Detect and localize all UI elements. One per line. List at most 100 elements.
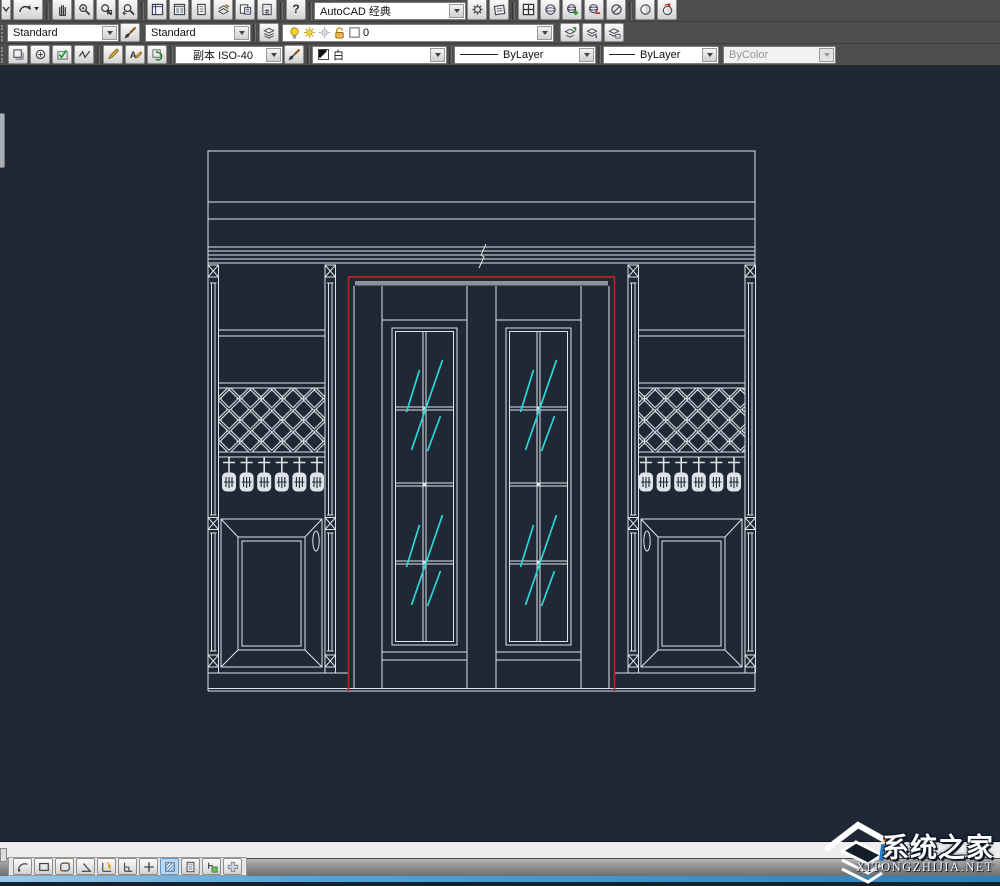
text-style-combo[interactable]: Standard <box>7 23 119 42</box>
orbit-continuous-button[interactable] <box>657 0 677 20</box>
properties-palette-button[interactable] <box>147 0 167 20</box>
calculator-icon <box>186 861 195 872</box>
lattice-left <box>218 388 325 452</box>
model-space-canvas[interactable] <box>0 66 1000 841</box>
chevron-down-icon <box>102 25 117 40</box>
markup-manager-button[interactable] <box>235 0 255 20</box>
dim-check-button[interactable] <box>52 45 72 64</box>
workspace-save-button[interactable] <box>489 0 509 20</box>
orbit-continuous-icon <box>662 2 672 15</box>
make-layer-current-button[interactable] <box>560 23 580 42</box>
check-icon <box>56 49 68 60</box>
glass-symbol <box>519 359 558 452</box>
match-dim-style-button[interactable] <box>284 45 304 64</box>
orbit-button[interactable] <box>635 0 655 20</box>
lineweight-sample <box>609 54 635 55</box>
chevron-down-icon <box>2 6 10 13</box>
stemware-right <box>638 456 742 492</box>
linetype-sample <box>460 54 498 55</box>
layer-previous-button[interactable] <box>604 23 624 42</box>
perpendicular-icon <box>123 862 132 872</box>
bulb-icon <box>290 27 299 39</box>
designcenter-button[interactable] <box>169 0 189 20</box>
designcenter-icon <box>173 3 185 15</box>
pan-hand-icon <box>58 4 66 16</box>
linetype-combo[interactable]: ByLayer <box>454 45 596 64</box>
separator <box>170 45 173 64</box>
view-sphere-icon <box>544 3 556 15</box>
layer-states-icon <box>586 28 598 39</box>
copy-object-button[interactable] <box>202 858 221 875</box>
separator <box>512 1 515 20</box>
dim-edit-button[interactable] <box>103 45 123 64</box>
paintbrush-icon <box>288 48 301 60</box>
bottom-edge <box>0 882 1000 886</box>
dim-update-button[interactable] <box>147 45 167 64</box>
toolbar-grip[interactable] <box>1 46 5 63</box>
chevron-down-icon <box>234 25 249 40</box>
hatch-tool-button[interactable] <box>160 858 179 875</box>
redo-button[interactable] <box>13 0 43 20</box>
axis-tool-button[interactable] <box>97 858 116 875</box>
pan-button[interactable] <box>52 0 72 20</box>
match-text-style-button[interactable] <box>120 23 140 42</box>
named-views-button[interactable] <box>540 0 560 20</box>
quickcalc-icon <box>262 3 272 15</box>
center-mark-button[interactable] <box>30 45 50 64</box>
arc-icon <box>17 862 28 872</box>
quickcalc-button[interactable] <box>257 0 277 20</box>
zoom-window-button[interactable] <box>96 0 116 20</box>
color-combo[interactable]: 白 <box>312 45 447 64</box>
annotation-style-combo[interactable]: 副本 ISO-40 <box>175 45 283 64</box>
jogged-line-button[interactable] <box>74 45 94 64</box>
help-button[interactable]: ? <box>286 0 306 20</box>
snap-perpendicular-button[interactable] <box>118 858 137 875</box>
viewports-button[interactable] <box>518 0 538 20</box>
undo-dropdown-button[interactable] <box>1 0 11 20</box>
view-remove-button[interactable] <box>584 0 604 20</box>
angle-tool-button[interactable] <box>76 858 95 875</box>
layer-combo[interactable]: 0 <box>282 23 554 42</box>
hatch-icon <box>164 861 175 872</box>
text-style-value: Standard <box>13 26 58 39</box>
layer-states-button[interactable] <box>582 23 602 42</box>
dim-space-button[interactable] <box>8 45 28 64</box>
zoom-previous-icon <box>122 3 135 15</box>
view-add-icon <box>566 3 578 15</box>
axis-icon <box>101 861 111 872</box>
command-line-strip[interactable] <box>0 841 1000 858</box>
calculator-tool-button[interactable] <box>181 858 200 875</box>
view-add-button[interactable] <box>562 0 582 20</box>
workspace-settings-button[interactable] <box>467 0 487 20</box>
plotstyle-combo[interactable]: ByColor <box>723 45 836 64</box>
toolbar-grip[interactable] <box>1 24 5 41</box>
view-disable-button[interactable] <box>606 0 626 20</box>
chevron-down-icon <box>537 25 552 40</box>
sheetset-manager-button[interactable] <box>213 0 233 20</box>
cabinet-door-left <box>220 518 323 668</box>
plus-tool-button[interactable] <box>223 858 242 875</box>
zoom-realtime-button[interactable] <box>74 0 94 20</box>
properties-palette-icon <box>151 3 163 15</box>
rounded-rect-icon <box>59 861 70 872</box>
separator <box>97 45 100 64</box>
color-value: 白 <box>333 49 344 62</box>
cabinet-handle-right <box>643 530 651 552</box>
lineweight-combo[interactable]: ByLayer <box>603 45 719 64</box>
separator <box>598 45 601 64</box>
tool-palettes-button[interactable] <box>191 0 211 20</box>
rounded-polygon-button[interactable] <box>55 858 74 875</box>
snap-cross-button[interactable] <box>139 858 158 875</box>
snap-arc-button[interactable] <box>13 858 32 875</box>
palette-autohide-tab[interactable] <box>0 113 5 168</box>
rectangle-icon <box>38 862 49 871</box>
toolbar-styles-layers: Standard Standard 0 <box>0 22 1000 44</box>
separator <box>253 23 256 42</box>
zoom-previous-button[interactable] <box>118 0 138 20</box>
rectangle-tool-button[interactable] <box>34 858 53 875</box>
layer-manager-button[interactable] <box>259 23 279 42</box>
dim-text-edit-button[interactable]: A <box>125 45 145 64</box>
chevron-down-icon <box>702 47 717 62</box>
workspace-combo[interactable]: AutoCAD 经典 <box>314 1 466 20</box>
dim-style-combo[interactable]: Standard <box>145 23 251 42</box>
